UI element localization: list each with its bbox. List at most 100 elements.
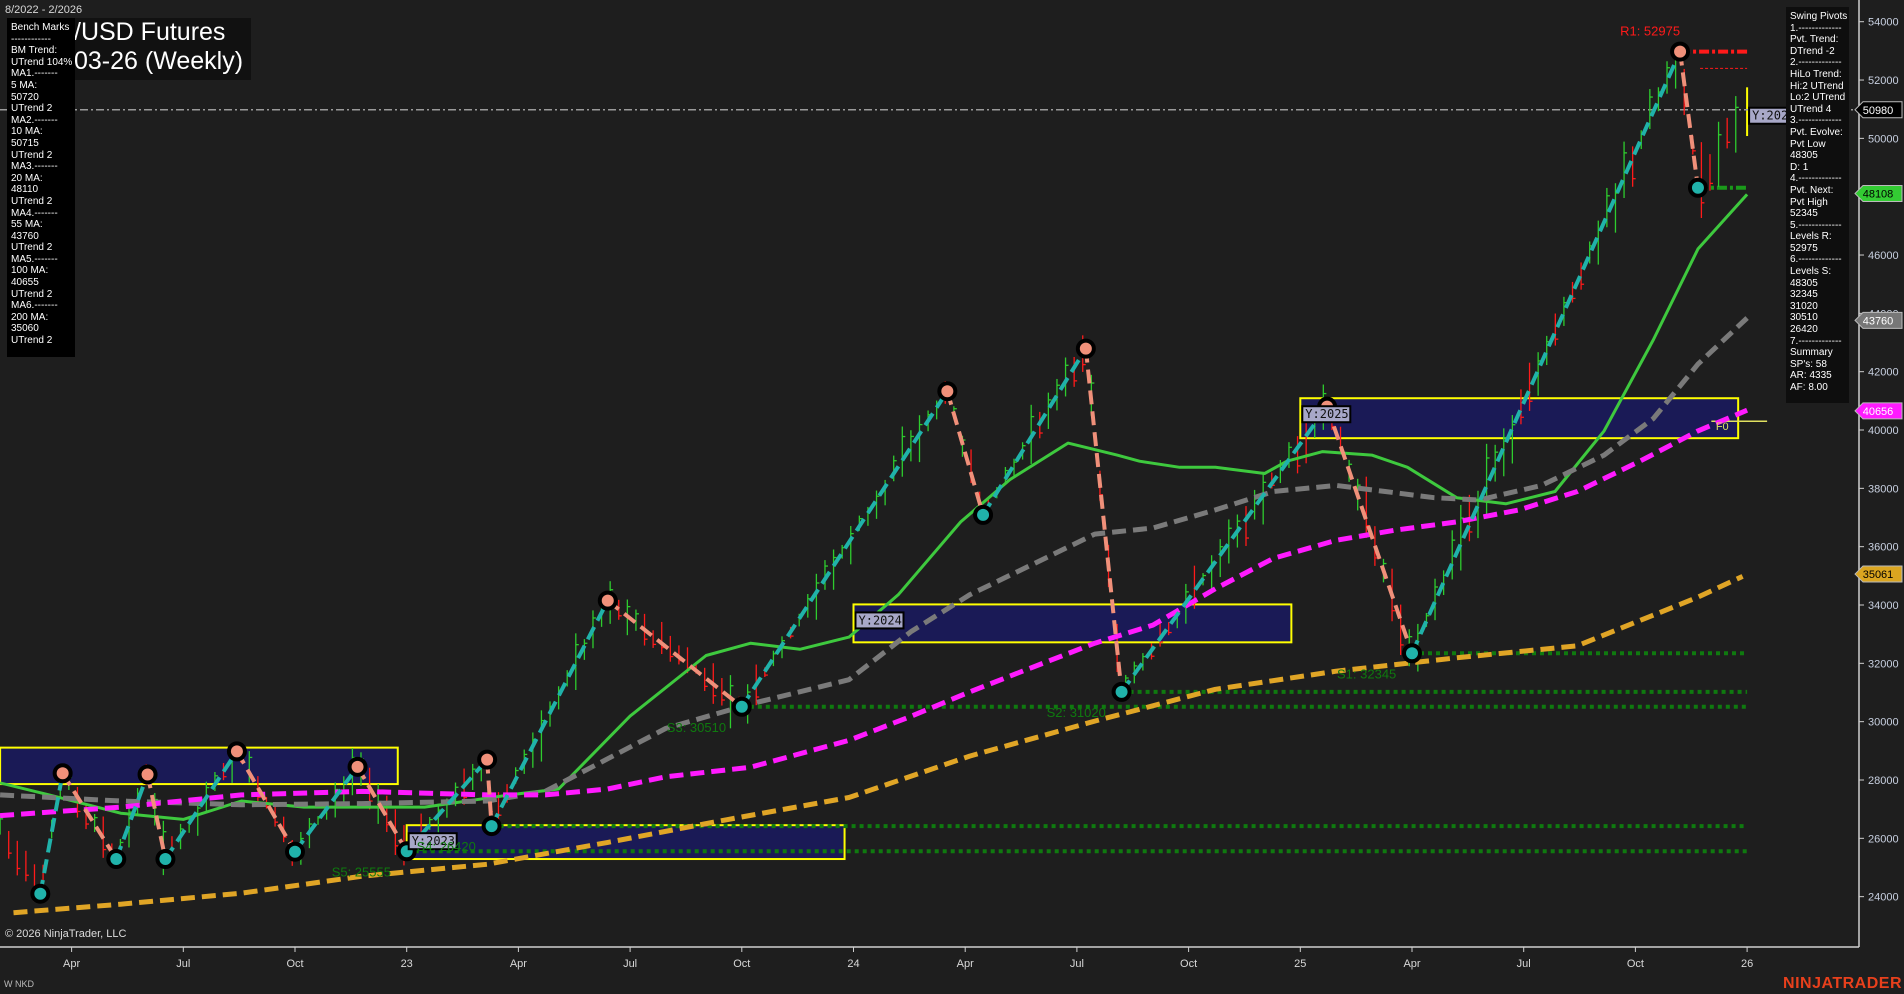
y-tick-label: 50000	[1868, 133, 1899, 145]
swing_pivots-line: 26420	[1790, 324, 1818, 336]
swing_pivots-line: AR: 4335	[1790, 370, 1832, 382]
benchmarks-line: BM Trend:	[11, 45, 58, 57]
moving-averages	[0, 193, 1749, 916]
swing-low-marker	[973, 504, 994, 525]
ma-line-55ma	[0, 316, 1749, 808]
level-label: R1: 52975	[1620, 24, 1680, 39]
benchmarks-line: UTrend 2	[11, 195, 53, 207]
swing-up-leg	[1119, 405, 1329, 694]
swing_pivots-line: UTrend 4	[1790, 103, 1832, 115]
yearly-zone	[852, 603, 1293, 644]
price-chart[interactable]: Y:2023Y:2024Y:2025Y:2026R1: 52975S1: 323…	[0, 0, 1904, 994]
swing-high-marker	[52, 763, 73, 784]
benchmarks-line: UTrend 2	[11, 242, 53, 254]
x-tick-label: Apr	[957, 958, 974, 970]
price-tags: 50980 48108 43760 40656 35061	[1854, 101, 1903, 583]
benchmarks-line: 50715	[11, 137, 39, 149]
swing_pivots-line: DTrend -2	[1790, 45, 1835, 57]
x-tick-label: Apr	[63, 958, 80, 970]
y-tick-label: 34000	[1868, 600, 1899, 612]
yearly-zone	[1299, 397, 1740, 440]
swing-down-leg	[1325, 406, 1414, 654]
swing-down-leg	[945, 390, 985, 516]
x-tick-label: 23	[401, 958, 413, 970]
swing_pivots-line: SP's: 58	[1790, 358, 1827, 370]
swing_pivots-line: 48305	[1790, 277, 1818, 289]
swing_pivots-line: Pvt. Next:	[1790, 184, 1834, 196]
x-tick-label: Oct	[1180, 958, 1197, 970]
x-tick-label: 26	[1741, 958, 1753, 970]
price-tag: 35061	[1854, 565, 1903, 583]
benchmarks-line: Bench Marks	[11, 22, 70, 33]
ninjatrader-logo: NINJATRADER	[1783, 975, 1902, 992]
swing-high-marker	[1670, 41, 1691, 62]
chart-labels: Y:2023Y:2024Y:2025Y:2026R1: 52975S1: 323…	[332, 24, 1799, 879]
y-tick-label: 42000	[1868, 367, 1899, 379]
x-tick-label: 25	[1294, 958, 1306, 970]
swing_pivots-line: 30510	[1790, 312, 1818, 324]
yearly-zones	[0, 87, 1749, 861]
price-tag-text: 43760	[1863, 315, 1894, 327]
chart-title: /USD Futures 03-26 (Weekly)	[60, 18, 252, 80]
swing-low-marker	[1687, 177, 1708, 198]
swing_pivots-line: 3.-------------	[1790, 115, 1842, 127]
swing_pivots-line: 52345	[1790, 208, 1818, 220]
y-tick-label: 30000	[1868, 717, 1899, 729]
zone-label: Y:2025	[1301, 405, 1352, 424]
swing-low-marker	[1402, 643, 1422, 664]
y-tick-label: 46000	[1868, 250, 1899, 262]
price-tag-text: 50980	[1863, 105, 1894, 117]
benchmarks-line: UTrend 2	[11, 149, 53, 161]
benchmarks-line: MA3.-------	[11, 161, 58, 173]
price-tag-text: 48108	[1863, 189, 1894, 201]
swing-low-marker	[106, 849, 127, 870]
x-tick-label: 24	[847, 958, 859, 970]
benchmarks-line: UTrend 2	[11, 288, 53, 300]
benchmarks-line: 200 MA:	[11, 311, 49, 323]
swing_pivots-line: Hi:2 UTrend	[1790, 80, 1844, 92]
zone-label: Y:2024	[854, 611, 905, 630]
swing_pivots-line: Pvt. Trend:	[1790, 34, 1839, 46]
swing_pivots-line: 4.-------------	[1790, 173, 1842, 185]
price-tag-text: 40656	[1863, 406, 1894, 418]
swing_pivots-line: Pvt Low	[1790, 138, 1826, 150]
copyright: © 2026 NinjaTrader, LLC	[5, 928, 127, 940]
benchmarks-line: 35060	[11, 323, 39, 335]
y-tick-label: 36000	[1868, 542, 1899, 554]
swing_pivots-line: Swing Pivots	[1790, 11, 1848, 22]
x-tick-label: Jul	[176, 958, 190, 970]
swing_pivots-line: 6.-------------	[1790, 254, 1842, 266]
swing-high-marker	[226, 741, 247, 762]
benchmarks-line: 10 MA:	[11, 126, 43, 138]
swing-low-marker	[1111, 681, 1132, 702]
swing_pivots-line: 32345	[1790, 289, 1818, 301]
swing-up-leg	[740, 390, 950, 708]
benchmarks-line: 43760	[11, 230, 39, 242]
x-tick-label: Oct	[1627, 958, 1644, 970]
benchmarks-line: ------------	[11, 33, 51, 45]
benchmarks-line: MA2.-------	[11, 114, 58, 126]
swing-high-marker	[1075, 338, 1096, 359]
y-tick-label: 52000	[1868, 75, 1899, 87]
swing_pivots-line: 52975	[1790, 242, 1818, 254]
benchmarks-line: UTrend 2	[11, 335, 53, 347]
swing_pivots-line: Lo:2 UTrend	[1790, 92, 1846, 104]
x-tick-label: Jul	[1517, 958, 1531, 970]
benchmarks-line: MA4.-------	[11, 207, 58, 219]
swing_pivots-line: Summary	[1790, 347, 1833, 359]
y-tick-label: 40000	[1868, 425, 1899, 437]
swing-pivots-panel: Swing Pivots 1.------------- Pvt. Trend: DT…	[1786, 7, 1849, 403]
swing-low-marker	[731, 696, 752, 717]
y-tick-label: 38000	[1868, 483, 1899, 495]
date-range: 8/2022 - 2/2026	[5, 4, 83, 16]
benchmarks-line: 48110	[11, 184, 39, 196]
price-tag: 50980	[1854, 101, 1903, 119]
swing_pivots-line: 5.-------------	[1790, 219, 1842, 231]
swing-low-marker	[155, 849, 176, 870]
swing-low-marker	[481, 816, 502, 837]
benchmarks-panel: Bench Marks ------------ BM Trend: UTrend 1…	[7, 18, 75, 357]
benchmarks-line: 5 MA:	[11, 79, 38, 91]
swing_pivots-line: 1.-------------	[1790, 22, 1842, 34]
price-tag: 43760	[1854, 311, 1903, 329]
swing_pivots-line: Pvt High	[1790, 196, 1828, 208]
